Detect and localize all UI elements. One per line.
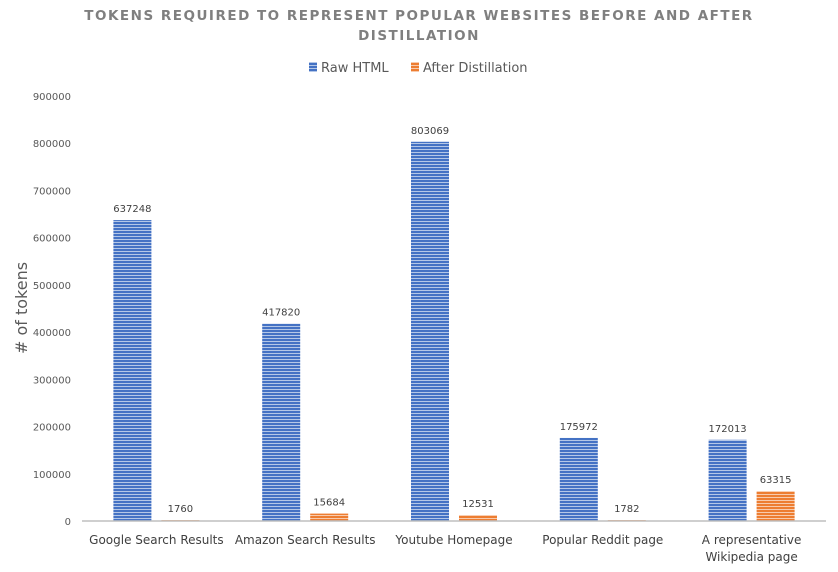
y-tick-label: 900000 xyxy=(33,92,71,103)
y-tick-label: 200000 xyxy=(33,423,71,434)
y-tick-label: 300000 xyxy=(33,375,71,386)
y-tick-label: 800000 xyxy=(33,139,71,150)
chart-title-line-1: TOKENS REQUIRED TO REPRESENT POPULAR WEB… xyxy=(84,8,753,24)
category-label: Google Search Results xyxy=(89,533,224,547)
category-labels: Google Search Results Amazon Search Resul… xyxy=(89,533,801,564)
data-label: 417820 xyxy=(262,308,300,319)
y-tick-label: 0 xyxy=(65,517,71,528)
legend-swatch-after-distillation xyxy=(411,62,419,72)
y-tick-label: 500000 xyxy=(33,281,71,292)
legend: Raw HTML After Distillation xyxy=(309,61,528,76)
data-label: 12531 xyxy=(462,499,494,510)
category-label: Youtube Homepage xyxy=(394,533,512,547)
category-label: Amazon Search Results xyxy=(235,533,376,547)
y-tick-label: 100000 xyxy=(33,470,71,481)
category-label: Wikipedia page xyxy=(705,550,797,564)
legend-label-raw-html: Raw HTML xyxy=(321,61,389,76)
data-label: 1760 xyxy=(168,504,193,515)
bar-after-distillation xyxy=(459,515,497,521)
bar-raw-html xyxy=(411,141,449,521)
y-tick-label: 400000 xyxy=(33,328,71,339)
bar-raw-html xyxy=(559,437,598,521)
bar-after-distillation xyxy=(756,491,795,521)
category-label: Popular Reddit page xyxy=(542,533,663,547)
data-label: 15684 xyxy=(313,498,345,509)
y-tick-label: 700000 xyxy=(33,186,71,197)
data-label: 803069 xyxy=(411,126,449,137)
data-label: 175972 xyxy=(560,422,598,433)
category-label: A representative xyxy=(702,533,802,547)
y-tick-label: 600000 xyxy=(33,234,71,245)
bar-raw-html xyxy=(113,220,152,521)
y-axis-label: # of tokens xyxy=(12,262,31,354)
legend-swatch-raw-html xyxy=(309,62,317,72)
chart-title-line-2: DISTILLATION xyxy=(358,28,480,44)
bar-after-distillation xyxy=(310,513,349,521)
legend-label-after-distillation: After Distillation xyxy=(423,61,528,76)
bar-raw-html xyxy=(262,323,301,521)
data-label: 172013 xyxy=(709,424,747,435)
data-label: 637248 xyxy=(113,204,151,215)
bar-chart: TOKENS REQUIRED TO REPRESENT POPULAR WEB… xyxy=(12,8,826,564)
y-axis-ticks: 0 100000 200000 300000 400000 500000 600000 700… xyxy=(33,92,71,528)
data-labels: 637248 1760 417820 15684 803069 12531 175972 17… xyxy=(113,126,791,515)
data-label: 63315 xyxy=(760,475,792,486)
data-label: 1782 xyxy=(614,504,639,515)
bar-raw-html xyxy=(708,439,747,521)
bars xyxy=(113,141,795,521)
